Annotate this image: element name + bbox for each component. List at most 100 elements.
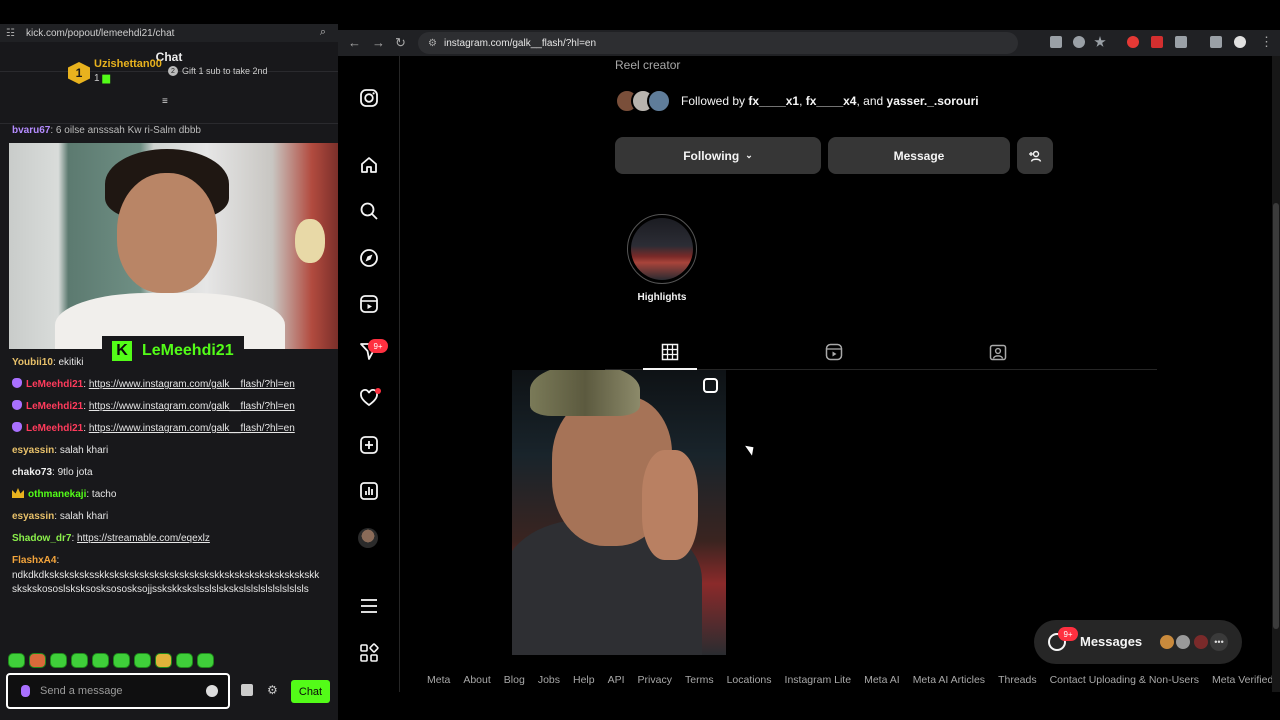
create-icon[interactable] <box>359 435 379 455</box>
emote-9[interactable] <box>176 653 193 668</box>
chat-username[interactable]: esyassin <box>12 445 54 456</box>
scrollbar-thumb[interactable] <box>1273 203 1279 629</box>
footer-link[interactable]: Meta Verified <box>1212 674 1272 686</box>
chat-text: : 6 oilse ansssah Kw ri-Salm dbbb <box>50 125 201 136</box>
crown-badge-icon <box>12 488 24 498</box>
footer-link[interactable]: Locations <box>727 674 772 686</box>
chat-username[interactable]: Shadow_dr7 <box>12 533 71 544</box>
emote-10[interactable] <box>197 653 214 668</box>
chat-username[interactable]: FlashxA4 <box>12 555 56 566</box>
footer-link[interactable]: Instagram Lite <box>785 674 852 686</box>
messages-label: Messages <box>1080 634 1143 649</box>
footer-link[interactable]: API <box>608 674 625 686</box>
chat-username[interactable]: chako73 <box>12 467 52 478</box>
emote-8[interactable] <box>155 653 172 668</box>
tab-reels[interactable] <box>819 340 849 364</box>
follower-username[interactable]: fx____x1 <box>748 94 799 108</box>
tab-posts-grid[interactable] <box>655 340 685 364</box>
footer-link[interactable]: Threads <box>998 674 1037 686</box>
more-menu-icon[interactable] <box>359 596 379 616</box>
instagram-logo-icon[interactable] <box>359 88 379 108</box>
chat-username[interactable]: LeMeehdi21 <box>26 379 83 390</box>
footer-link[interactable]: Meta AI Articles <box>913 674 985 686</box>
store-icon[interactable] <box>241 684 253 696</box>
adblock-icon[interactable] <box>1151 36 1163 48</box>
suggested-users-button[interactable] <box>1017 137 1053 174</box>
chat-message-input[interactable] <box>40 685 190 697</box>
explore-icon[interactable] <box>359 248 379 268</box>
profile-icon[interactable] <box>1234 36 1246 48</box>
chat-username[interactable]: esyassin <box>12 511 54 522</box>
address-bar[interactable]: ⚙ instagram.com/galk__flash/?hl=en <box>418 32 1018 54</box>
home-icon[interactable] <box>359 155 379 175</box>
emote-3[interactable] <box>50 653 67 668</box>
chat-username[interactable]: Youbii10 <box>12 357 53 368</box>
emote-1[interactable] <box>8 653 25 668</box>
extensions-puzzle-icon[interactable] <box>1175 36 1187 48</box>
tab-tagged[interactable] <box>983 340 1013 364</box>
following-label: Following <box>683 148 740 163</box>
tagged-icon <box>989 344 1007 361</box>
chat-link[interactable]: https://www.instagram.com/galk__flash/?h… <box>89 401 295 412</box>
emote-6[interactable] <box>113 653 130 668</box>
gifter-name[interactable]: Uzishettan00 <box>94 58 162 70</box>
post-thumbnail[interactable] <box>512 370 726 655</box>
story-highlight[interactable] <box>627 214 697 284</box>
chat-username[interactable]: LeMeehdi21 <box>26 401 83 412</box>
message-button[interactable]: Message <box>828 137 1010 174</box>
media-controls-icon[interactable] <box>1210 36 1222 48</box>
dashboard-icon[interactable] <box>359 481 379 501</box>
gift-icon: ▆ <box>102 73 111 84</box>
footer-link[interactable]: Privacy <box>638 674 672 686</box>
following-button[interactable]: Following ⌄ <box>615 137 821 174</box>
chat-input-box[interactable] <box>6 673 230 709</box>
chat-link[interactable]: https://www.instagram.com/galk__flash/?h… <box>89 379 295 390</box>
emote-2[interactable] <box>29 653 46 668</box>
chat-text: ekitiki <box>58 357 84 368</box>
emoji-picker-icon[interactable] <box>206 685 218 697</box>
popout-url[interactable]: kick.com/popout/lemeehdi21/chat <box>26 28 174 39</box>
site-settings-icon[interactable]: ☷ <box>6 28 18 39</box>
footer-link[interactable]: Terms <box>685 674 714 686</box>
footer-link[interactable]: Meta <box>427 674 450 686</box>
also-from-meta-icon[interactable] <box>359 643 379 663</box>
install-app-icon[interactable] <box>1050 36 1062 48</box>
followed-by-row[interactable]: Followed by fx____x1, fx____x4, and yass… <box>615 89 979 113</box>
collapse-pinned-icon[interactable]: ≡ <box>162 96 168 107</box>
zoom-icon[interactable]: ⌕ <box>320 26 326 39</box>
gear-icon[interactable]: ⚙ <box>267 683 278 697</box>
profile-avatar[interactable] <box>358 528 378 548</box>
footer-link[interactable]: Meta AI <box>864 674 900 686</box>
reload-icon[interactable]: ↻ <box>395 35 406 51</box>
chat-username[interactable]: LeMeehdi21 <box>26 423 83 434</box>
separator: , and <box>856 94 887 108</box>
footer-link[interactable]: Contact Uploading & Non-Users <box>1050 674 1199 686</box>
gift-promo[interactable]: 2 Gift 1 sub to take 2nd <box>168 66 268 76</box>
footer-link[interactable]: Blog <box>504 674 525 686</box>
search-icon[interactable] <box>359 201 379 221</box>
reels-icon[interactable] <box>359 294 379 314</box>
forward-arrow-icon[interactable]: → <box>372 35 385 50</box>
back-arrow-icon[interactable]: ← <box>348 35 361 50</box>
follower-username[interactable]: yasser._.sorouri <box>887 94 979 108</box>
chat-username[interactable]: bvaru67 <box>12 125 50 136</box>
footer-link[interactable]: About <box>463 674 490 686</box>
messages-pill[interactable]: 9+ Messages ••• <box>1034 620 1242 664</box>
bookmark-star-icon[interactable] <box>1094 36 1106 47</box>
chat-username[interactable]: othmanekaji <box>28 489 86 500</box>
chat-text: ndkdkdksksksksksskksksksksksksksksksksks… <box>12 569 320 596</box>
follower-username[interactable]: fx____x4 <box>806 94 857 108</box>
emote-5[interactable] <box>92 653 109 668</box>
zoom-icon[interactable] <box>1073 36 1085 48</box>
footer-link[interactable]: Help <box>573 674 595 686</box>
footer-link[interactable]: Jobs <box>538 674 560 686</box>
emote-7[interactable] <box>134 653 151 668</box>
emote-4[interactable] <box>71 653 88 668</box>
site-info-icon[interactable]: ⚙ <box>428 38 438 49</box>
address-url[interactable]: instagram.com/galk__flash/?hl=en <box>444 38 596 49</box>
chat-link[interactable]: https://www.instagram.com/galk__flash/?h… <box>89 423 295 434</box>
browser-menu-icon[interactable]: ⋮ <box>1260 34 1273 50</box>
send-chat-button[interactable]: Chat <box>291 680 330 703</box>
chat-link[interactable]: https://streamable.com/eqexlz <box>77 533 210 544</box>
extension-red-icon[interactable] <box>1127 36 1139 48</box>
